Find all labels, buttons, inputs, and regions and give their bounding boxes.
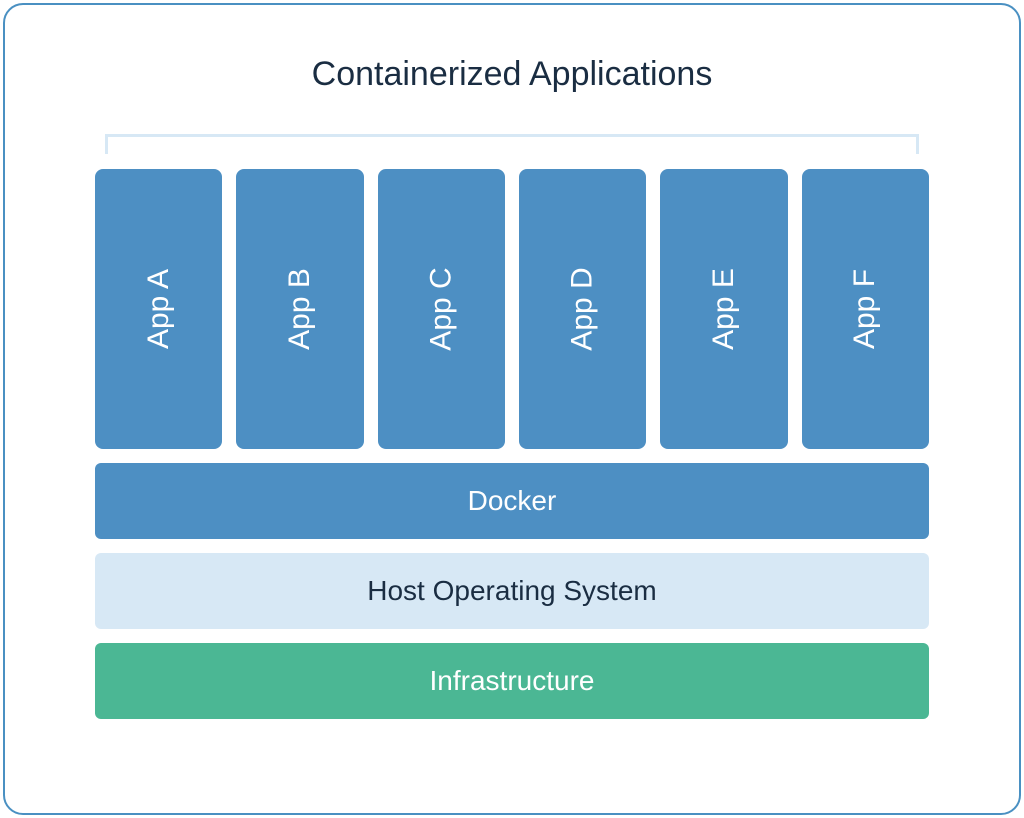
app-label: App D — [566, 267, 600, 350]
app-label: App E — [707, 268, 741, 350]
layer-docker: Docker — [95, 463, 929, 539]
app-box-c: App C — [378, 169, 505, 449]
apps-row: App A App B App C App D App E App F — [95, 169, 929, 449]
apps-bracket — [105, 134, 919, 154]
app-box-a: App A — [95, 169, 222, 449]
diagram-title: Containerized Applications — [95, 55, 929, 94]
app-box-e: App E — [660, 169, 787, 449]
diagram-container: Containerized Applications App A App B A… — [3, 3, 1021, 815]
app-label: App A — [142, 269, 176, 349]
app-box-f: App F — [802, 169, 929, 449]
app-label: App C — [424, 267, 458, 350]
layer-label: Host Operating System — [367, 575, 656, 607]
app-box-d: App D — [519, 169, 646, 449]
app-label: App F — [848, 269, 882, 349]
layer-infrastructure: Infrastructure — [95, 643, 929, 719]
layer-label: Infrastructure — [430, 665, 595, 697]
app-label: App B — [283, 268, 317, 350]
layer-host-os: Host Operating System — [95, 553, 929, 629]
layer-label: Docker — [468, 485, 557, 517]
app-box-b: App B — [236, 169, 363, 449]
